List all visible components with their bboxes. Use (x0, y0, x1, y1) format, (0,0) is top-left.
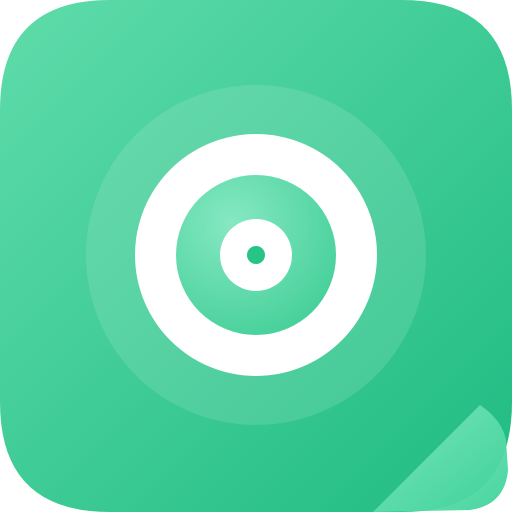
target-center-dot (247, 246, 265, 264)
target-icon[interactable] (0, 0, 512, 512)
app-icon-canvas (0, 0, 512, 512)
